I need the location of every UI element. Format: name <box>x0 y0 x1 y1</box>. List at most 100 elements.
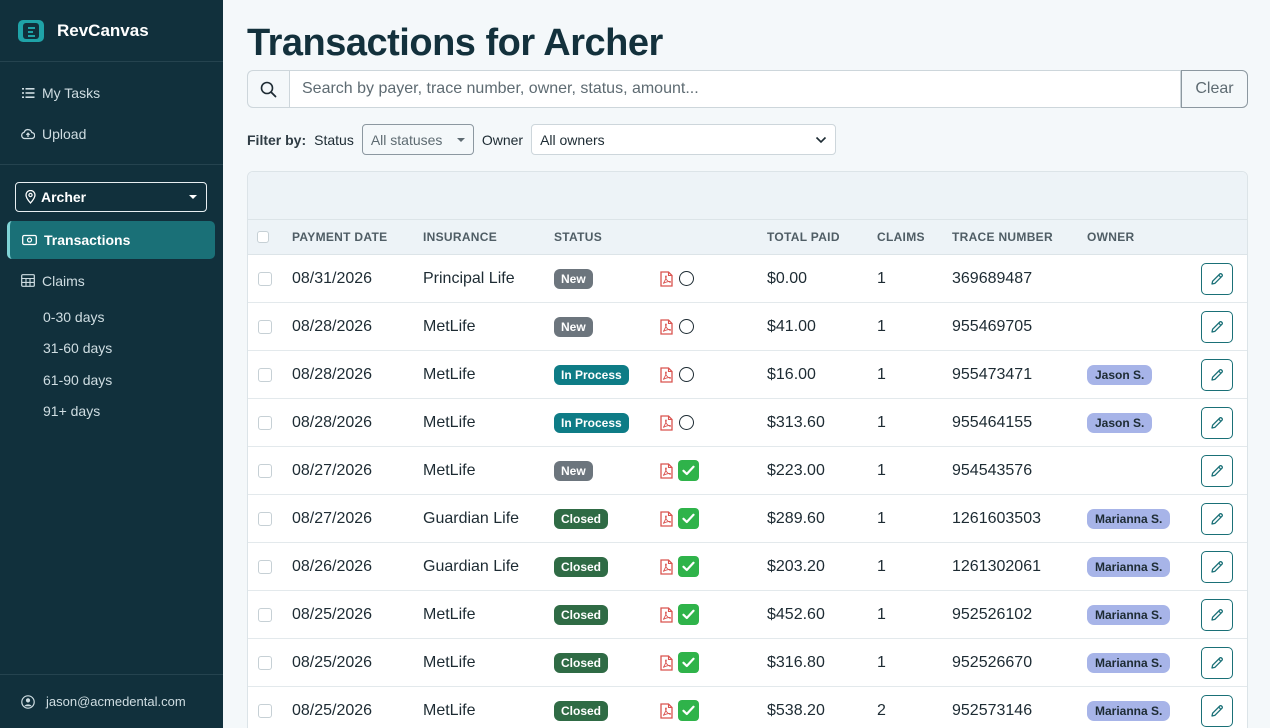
table-row[interactable]: 08/28/2026 MetLife In Process $313.60 1 … <box>248 399 1247 447</box>
sidebar-subitem-0-30-days[interactable]: 0-30 days <box>0 301 223 333</box>
owner-filter-select[interactable]: All owners <box>531 124 837 155</box>
row-checkbox[interactable] <box>258 367 272 382</box>
edit-button[interactable] <box>1201 358 1233 391</box>
edit-button[interactable] <box>1201 454 1233 487</box>
incomplete-circle-icon[interactable] <box>679 367 694 382</box>
row-checkbox[interactable] <box>258 655 272 670</box>
owner-cell: Jason S. <box>1087 351 1153 398</box>
complete-check-icon[interactable] <box>678 556 699 577</box>
status-cell: Closed <box>554 543 609 590</box>
edit-button[interactable] <box>1201 646 1233 679</box>
column-header-payment-date[interactable]: PAYMENT DATE <box>292 220 387 254</box>
total-paid: $313.60 <box>767 413 825 431</box>
pencil-icon <box>1210 512 1224 526</box>
table-row[interactable]: 08/31/2026 Principal Life New $0.00 1 36… <box>248 255 1247 303</box>
column-header-total-paid[interactable]: TOTAL PAID <box>767 220 840 254</box>
trace-number: 952526670 <box>952 653 1033 671</box>
complete-check-icon[interactable] <box>678 460 699 481</box>
owner-cell: Marianna S. <box>1087 591 1171 638</box>
row-checkbox[interactable] <box>258 703 272 718</box>
sidebar-subitem-91-plus-days[interactable]: 91+ days <box>0 396 223 428</box>
table-row[interactable]: 08/26/2026 Guardian Life Closed $203.20 … <box>248 543 1247 591</box>
table-row[interactable]: 08/27/2026 Guardian Life Closed $289.60 … <box>248 495 1247 543</box>
brand[interactable]: RevCanvas <box>0 0 223 62</box>
select-all-checkbox[interactable] <box>257 231 269 243</box>
user-account[interactable]: jason@acmedental.com <box>0 674 223 728</box>
row-checkbox-cell <box>258 447 272 494</box>
sidebar-item-transactions[interactable]: Transactions <box>7 221 215 259</box>
table-row[interactable]: 08/25/2026 MetLife Closed $538.20 2 9525… <box>248 687 1247 728</box>
complete-check-icon[interactable] <box>678 508 699 529</box>
pdf-icon[interactable] <box>660 462 673 479</box>
row-checkbox[interactable] <box>258 271 272 286</box>
clear-button[interactable]: Clear <box>1181 70 1248 108</box>
edit-cell <box>1201 591 1233 638</box>
sidebar-subitem-31-60-days[interactable]: 31-60 days <box>0 333 223 365</box>
table-row[interactable]: 08/28/2026 MetLife New $41.00 1 95546970… <box>248 303 1247 351</box>
row-checkbox[interactable] <box>258 607 272 622</box>
status-badge: Closed <box>554 556 609 577</box>
pdf-icon[interactable] <box>660 654 673 671</box>
status-badge: In Process <box>554 364 629 385</box>
row-checkbox[interactable] <box>258 511 272 526</box>
pdf-icon[interactable] <box>660 270 673 287</box>
claims-count: 1 <box>877 461 886 479</box>
owner-cell: Marianna S. <box>1087 639 1171 686</box>
column-header-insurance[interactable]: INSURANCE <box>423 220 497 254</box>
pdf-icon[interactable] <box>660 558 673 575</box>
edit-button[interactable] <box>1201 598 1233 631</box>
row-checkbox[interactable] <box>258 463 272 478</box>
complete-check-icon[interactable] <box>678 652 699 673</box>
document-cell <box>660 447 699 494</box>
table-row[interactable]: 08/28/2026 MetLife In Process $16.00 1 9… <box>248 351 1247 399</box>
pdf-icon[interactable] <box>660 366 673 383</box>
sidebar-item-claims[interactable]: Claims <box>0 260 223 301</box>
edit-button[interactable] <box>1201 310 1233 343</box>
edit-button[interactable] <box>1201 550 1233 583</box>
edit-button[interactable] <box>1201 694 1233 727</box>
search-icon[interactable] <box>247 70 289 108</box>
incomplete-circle-icon[interactable] <box>679 271 694 286</box>
pdf-icon[interactable] <box>660 606 673 623</box>
claims-count: 1 <box>877 317 886 335</box>
edit-button[interactable] <box>1201 262 1233 295</box>
pdf-icon[interactable] <box>660 414 673 431</box>
claims-count: 2 <box>877 701 886 719</box>
pdf-icon[interactable] <box>660 318 673 335</box>
payment-date: 08/25/2026 <box>292 605 373 623</box>
row-checkbox[interactable] <box>258 559 272 574</box>
sidebar-item-upload[interactable]: Upload <box>0 113 223 154</box>
edit-button[interactable] <box>1201 502 1233 535</box>
table-row[interactable]: 08/27/2026 MetLife New $223.00 1 9545435… <box>248 447 1247 495</box>
status-badge: Closed <box>554 652 609 673</box>
total-paid: $16.00 <box>767 365 816 383</box>
incomplete-circle-icon[interactable] <box>679 319 694 334</box>
status-filter-select[interactable]: All statuses <box>361 124 474 155</box>
owner-badge: Marianna S. <box>1087 700 1171 721</box>
sidebar-item-my-tasks[interactable]: My Tasks <box>0 72 223 113</box>
row-checkbox-cell <box>258 351 272 398</box>
search-input[interactable] <box>289 70 1181 108</box>
table-row[interactable]: 08/25/2026 MetLife Closed $452.60 1 9525… <box>248 591 1247 639</box>
status-cell: Closed <box>554 591 609 638</box>
app-name: RevCanvas <box>57 20 149 40</box>
pdf-icon[interactable] <box>660 510 673 527</box>
incomplete-circle-icon[interactable] <box>679 415 694 430</box>
table-row[interactable]: 08/25/2026 MetLife Closed $316.80 1 9525… <box>248 639 1247 687</box>
column-header-owner[interactable]: OWNER <box>1087 220 1135 254</box>
column-header-status[interactable]: STATUS <box>554 220 602 254</box>
status-cell: Closed <box>554 495 609 542</box>
pdf-icon[interactable] <box>660 702 673 719</box>
column-header-trace-number[interactable]: TRACE NUMBER <box>952 220 1053 254</box>
status-badge: In Process <box>554 412 629 433</box>
sidebar-subitem-61-90-days[interactable]: 61-90 days <box>0 364 223 396</box>
edit-cell <box>1201 687 1233 728</box>
location-select[interactable]: Archer <box>15 182 207 212</box>
row-checkbox[interactable] <box>258 415 272 430</box>
complete-check-icon[interactable] <box>678 604 699 625</box>
total-paid: $0.00 <box>767 269 808 287</box>
complete-check-icon[interactable] <box>678 700 699 721</box>
column-header-claims[interactable]: CLAIMS <box>877 220 925 254</box>
edit-button[interactable] <box>1201 406 1233 439</box>
row-checkbox[interactable] <box>258 319 272 334</box>
